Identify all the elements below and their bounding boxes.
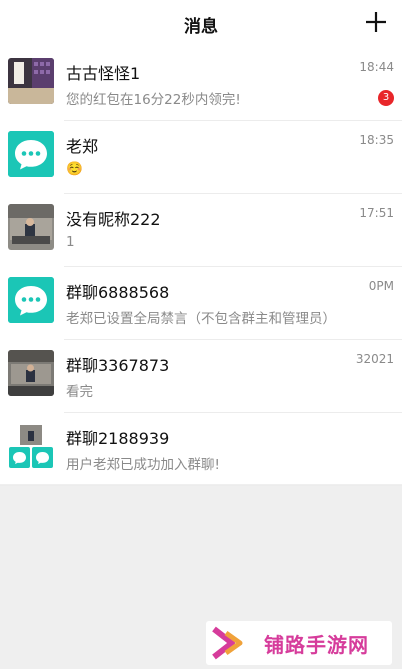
conversation-preview: 用户老郑已成功加入群聊!	[66, 457, 220, 473]
conversation-time: 17:51	[359, 206, 394, 220]
conversation-preview: 您的红包在16分22秒内领完!	[66, 92, 241, 108]
top-bar: 消息	[0, 0, 402, 48]
conversation-row[interactable]: 古古怪怪1 您的红包在16分22秒内领完! 18:44 3	[0, 48, 402, 121]
conversation-row[interactable]: 群聊6888568 老郑已设置全局禁言（不包含群主和管理员） 0PM	[0, 267, 402, 340]
conversation-name: 老郑	[66, 137, 99, 156]
conversation-preview: ☺️	[66, 161, 83, 177]
conversation-time: 18:44	[359, 60, 394, 74]
page-title: 消息	[184, 17, 218, 37]
conversation-row[interactable]: 老郑 ☺️ 18:35	[0, 121, 402, 194]
avatar	[8, 204, 54, 250]
conversation-name: 古古怪怪1	[66, 64, 141, 83]
logo-icon	[212, 626, 243, 660]
watermark-text: 铺路手游网	[264, 633, 369, 657]
chat-bubble-icon	[8, 131, 54, 177]
conversation-name: 群聊6888568	[66, 283, 170, 302]
conversation-preview: 老郑已设置全局禁言（不包含群主和管理员）	[66, 311, 336, 327]
conversation-list: 古古怪怪1 您的红包在16分22秒内领完! 18:44 3 老郑 ☺️ 18:3…	[0, 48, 402, 486]
unread-badge: 3	[378, 90, 394, 106]
group-avatar	[8, 423, 54, 469]
conversation-name: 没有昵称222	[66, 210, 161, 229]
conversation-time: 18:35	[359, 133, 394, 147]
avatar	[8, 58, 54, 104]
conversation-row[interactable]: 群聊3367873 看完 32021	[0, 340, 402, 413]
avatar	[8, 350, 54, 396]
conversation-time: 0PM	[368, 279, 394, 293]
conversation-row[interactable]: 群聊2188939 用户老郑已成功加入群聊!	[0, 413, 402, 486]
watermark: 铺路手游网	[206, 621, 392, 665]
conversation-name: 群聊3367873	[66, 356, 170, 375]
plus-icon[interactable]	[364, 10, 388, 34]
conversation-preview: 1	[66, 234, 75, 250]
chat-bubble-icon	[8, 277, 54, 323]
conversation-name: 群聊2188939	[66, 429, 170, 448]
conversation-preview: 看完	[66, 384, 93, 400]
conversation-time: 32021	[355, 352, 394, 366]
conversation-row[interactable]: 没有昵称222 1 17:51	[0, 194, 402, 267]
